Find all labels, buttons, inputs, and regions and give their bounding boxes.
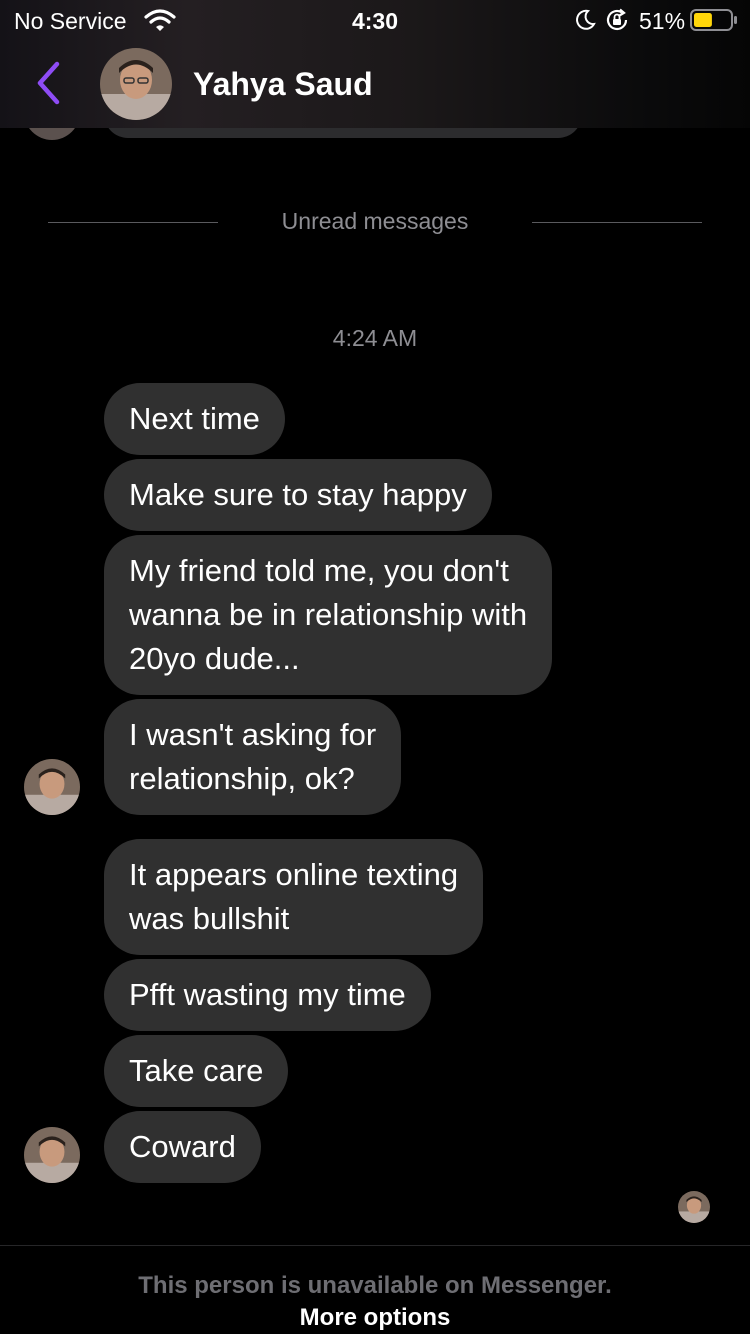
sender-avatar[interactable]	[24, 1127, 80, 1183]
moon-icon	[576, 9, 596, 30]
message-bubble[interactable]: Coward	[104, 1111, 261, 1183]
message-bubble[interactable]: I wasn't asking for relationship, ok?	[104, 699, 402, 815]
back-chevron-icon[interactable]	[30, 58, 70, 108]
unavailable-notice: This person is unavailable on Messenger.	[138, 1272, 612, 1299]
clock: 4:30	[351, 8, 399, 34]
more-options-link[interactable]: More options	[0, 1304, 750, 1332]
message-timestamp: 4:24 AM	[332, 325, 418, 351]
message-bubble[interactable]: Make sure to stay happy	[104, 459, 492, 531]
message-bubble[interactable]: It appears online texting was bullshit	[104, 839, 484, 955]
contact-avatar[interactable]	[100, 48, 172, 120]
message-bubble[interactable]: My friend told me, you don't wanna be in…	[104, 535, 553, 695]
contact-name[interactable]: Yahya Saud	[193, 66, 373, 103]
messenger-chat-screen: Yahya Saud No Service 4:30 51% Unread me…	[0, 0, 750, 1334]
unread-messages-divider: Unread messages	[0, 208, 750, 238]
orientation-lock-icon	[606, 8, 628, 31]
message-bubble[interactable]: Pfft wasting my time	[104, 959, 431, 1031]
status-bar: No Service 4:30 51%	[0, 0, 750, 40]
read-receipt-avatar	[678, 1191, 710, 1223]
message-bubble[interactable]: Next time	[104, 383, 285, 455]
battery-icon	[690, 9, 737, 31]
sender-avatar[interactable]	[24, 759, 80, 815]
message-bubble[interactable]: Take care	[104, 1035, 289, 1107]
divider-line	[532, 222, 702, 223]
unavailable-footer: This person is unavailable on Messenger.…	[0, 1245, 750, 1334]
battery-percentage: 51%	[639, 8, 686, 34]
